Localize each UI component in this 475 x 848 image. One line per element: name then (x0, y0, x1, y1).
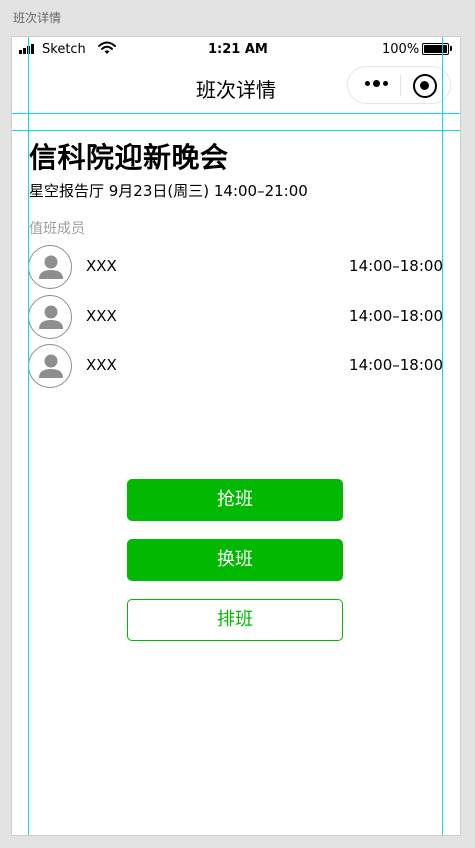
guide-line-bottom (12, 130, 460, 131)
artboard-label: 班次详情 (13, 11, 62, 25)
member-time: 14:00–18:00 (349, 257, 443, 275)
member-time: 14:00–18:00 (349, 356, 443, 374)
guide-line-top (12, 113, 460, 114)
member-time: 14:00–18:00 (349, 307, 443, 325)
schedule-shift-button[interactable]: 排班 (127, 599, 343, 641)
status-time: 1:21 AM (208, 42, 268, 57)
grab-shift-button[interactable]: 抢班 (127, 479, 343, 521)
member-row[interactable]: XXX 14:00–18:00 (28, 344, 443, 388)
more-dots-icon[interactable] (365, 80, 388, 87)
member-name: XXX (86, 257, 117, 275)
battery-icon (422, 43, 449, 55)
member-name: XXX (86, 356, 117, 374)
member-row[interactable]: XXX 14:00–18:00 (28, 295, 443, 339)
member-name: XXX (86, 307, 117, 325)
user-avatar-icon (28, 245, 72, 289)
user-avatar-icon (28, 344, 72, 388)
capsule-divider (400, 75, 401, 96)
phone-screen: Sketch 1:21 AM 100% 班次详情 信科院迎新晚会 星空报告厅 9… (11, 36, 461, 836)
battery-percent: 100% (382, 42, 420, 57)
members-label: 值班成员 (29, 221, 85, 237)
target-circle-icon[interactable] (413, 74, 437, 98)
event-meta: 星空报告厅 9月23日(周三) 14:00–21:00 (29, 182, 308, 200)
status-bar: Sketch 1:21 AM 100% (12, 37, 460, 63)
signal-icon (19, 44, 34, 54)
member-row[interactable]: XXX 14:00–18:00 (28, 245, 443, 289)
mini-program-capsule (347, 66, 451, 104)
guide-line-right (442, 37, 443, 835)
carrier-name: Sketch (42, 42, 86, 57)
battery-tip (450, 46, 452, 51)
event-title: 信科院迎新晚会 (29, 141, 229, 174)
user-avatar-icon (28, 295, 72, 339)
swap-shift-button[interactable]: 换班 (127, 539, 343, 581)
wifi-icon (98, 41, 116, 54)
